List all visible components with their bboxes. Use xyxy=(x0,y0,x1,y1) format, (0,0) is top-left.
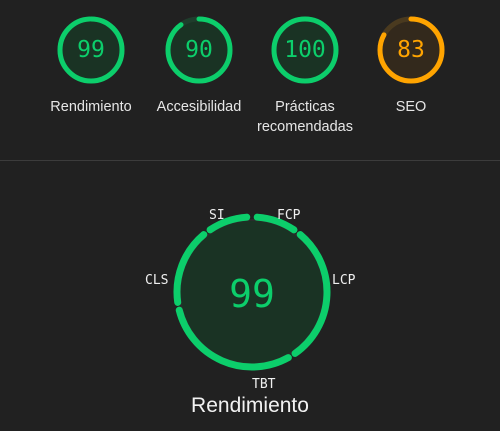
score-label: SEO xyxy=(395,99,427,115)
score-label: Rendimiento xyxy=(50,99,132,115)
category-scores: 99 Rendimiento 90 Accesibilidad 100 Prác… xyxy=(0,0,500,160)
score-number: 100 xyxy=(284,37,326,63)
performance-title: Rendimiento xyxy=(191,394,309,417)
score-number: 90 xyxy=(185,37,213,63)
performance-score: 99 xyxy=(229,272,275,316)
performance-detail: SI FCP LCP TBT CLS 99 Rendimiento xyxy=(0,161,500,431)
score-number: 83 xyxy=(397,37,425,63)
metric-label-fcp[interactable]: FCP xyxy=(277,208,300,223)
metric-label-si[interactable]: SI xyxy=(209,208,225,223)
metric-label-tbt[interactable]: TBT xyxy=(252,377,275,392)
lighthouse-report: 99 Rendimiento 90 Accesibilidad 100 Prác… xyxy=(0,0,500,431)
score-number: 99 xyxy=(77,37,105,63)
